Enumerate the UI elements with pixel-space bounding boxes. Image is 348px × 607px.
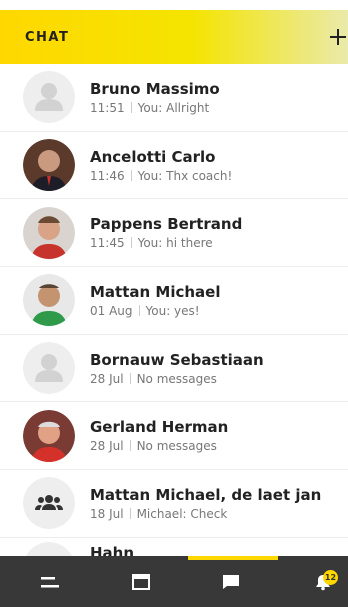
chat-date: 01 Aug (90, 303, 133, 318)
chat-name: Bruno Massimo (90, 79, 220, 98)
chat-list-item[interactable]: Gerland Herman 28 Jul No messages (0, 402, 348, 471)
chat-date: 28 Jul (90, 439, 124, 454)
menu-icon[interactable] (25, 556, 75, 607)
chat-list-item[interactable]: Pappens Bertrand 11:45 You: hi there (0, 199, 348, 268)
chat-icon[interactable] (206, 556, 256, 607)
chat-name: Mattan Michael, de laet jan (90, 485, 322, 504)
default-avatar-icon (23, 342, 75, 395)
chat-preview: Michael: Check (136, 506, 228, 521)
chat-date: 18 Jul (90, 506, 124, 521)
chat-list-item[interactable]: Ancelotti Carlo 11:46 You: Thx coach! (0, 132, 348, 200)
group-icon (23, 477, 75, 530)
add-chat-plus-icon[interactable] (330, 29, 346, 45)
chat-name: Ancelotti Carlo (90, 147, 216, 166)
chat-preview: You: hi there (137, 236, 213, 251)
avatar (23, 274, 75, 327)
chat-date: 28 Jul (90, 371, 124, 386)
chat-preview: No messages (136, 439, 217, 454)
chat-date: 11:51 (90, 100, 125, 115)
chat-name: Pappens Bertrand (90, 215, 243, 234)
notification-count-badge: 12 (323, 570, 338, 585)
avatar (23, 139, 75, 192)
chat-name: Hahn (90, 543, 135, 556)
avatar (23, 206, 75, 259)
chat-list-item[interactable]: Mattan Michael, de laet jan 18 Jul Michae… (0, 470, 348, 538)
chat-list-item[interactable]: Hahn (0, 538, 348, 556)
chat-name: Bornauw Sebastiaan (90, 350, 264, 369)
chat-preview: You: yes! (145, 303, 200, 318)
chat-preview: No messages (136, 371, 217, 386)
chat-date: 11:45 (90, 236, 125, 251)
default-avatar-icon (23, 71, 75, 124)
chat-date: 11:46 (90, 168, 125, 183)
chat-name: Mattan Michael (90, 282, 221, 301)
chat-name: Gerland Herman (90, 418, 229, 437)
chat-preview: You: Allright (137, 100, 210, 115)
chat-list-item[interactable]: Bruno Massimo 11:51 You: Allright (0, 64, 348, 132)
chat-preview: You: Thx coach! (137, 168, 233, 183)
bottom-navigation: 12 (0, 556, 348, 607)
chat-list: Bruno Massimo 11:51 You: Allright Ancelot… (0, 64, 348, 556)
chat-header: CHAT (0, 10, 348, 64)
avatar (23, 409, 75, 462)
chat-list-item[interactable]: Mattan Michael 01 Aug You: yes! (0, 267, 348, 335)
notification-bell-icon[interactable] (298, 556, 348, 607)
page-title: CHAT (25, 29, 70, 45)
default-avatar-icon (23, 541, 75, 556)
window-icon[interactable] (116, 556, 166, 607)
chat-list-item[interactable]: Bornauw Sebastiaan 28 Jul No messages (0, 335, 348, 403)
